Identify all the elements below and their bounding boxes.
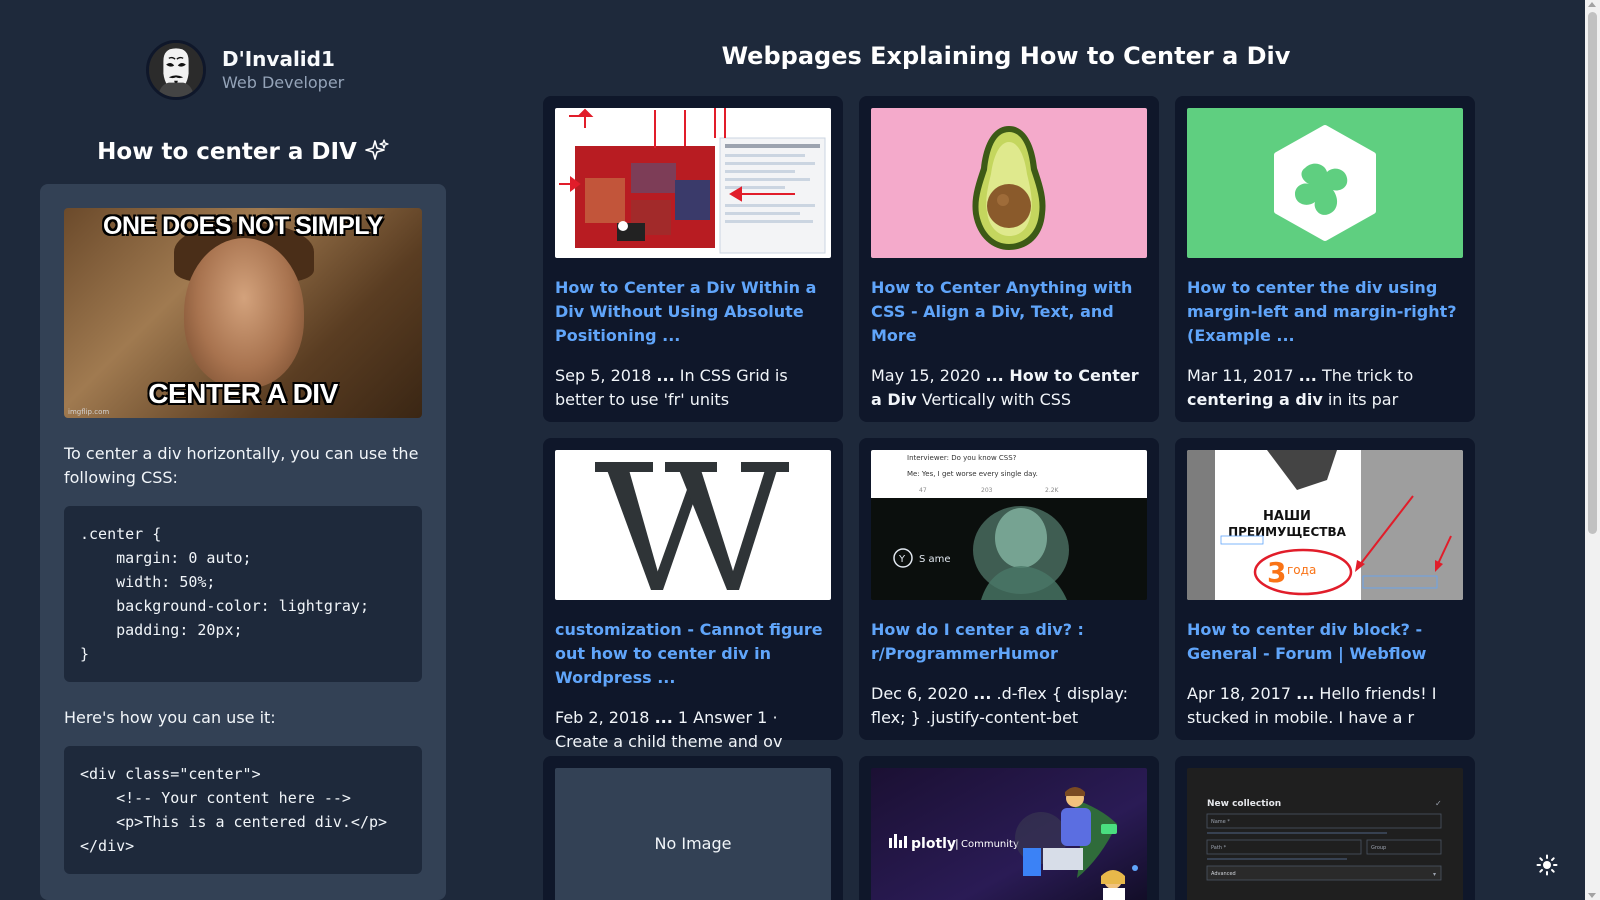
left-column: D'Invalid1 Web Developer How to center a… <box>40 0 446 900</box>
wikipedia-w-thumbnail <box>555 450 831 600</box>
avatar[interactable] <box>146 40 206 100</box>
card-title-link[interactable]: customization - Cannot figure out how to… <box>555 618 831 690</box>
russian-banner-thumbnail: НАШИ ПРЕИМУЩЕСТВА 3 года <box>1187 450 1463 600</box>
form-field-path: Path * <box>1211 845 1227 851</box>
card-snippet: Dec 6, 2020 ... .d-flex { display: flex;… <box>871 684 1129 727</box>
no-image-placeholder[interactable]: No Image <box>555 768 831 900</box>
tweet-meme-thumbnail: Interviewer: Do you know CSS? Me: Yes, I… <box>871 450 1147 600</box>
card-title-link[interactable]: How to center div block? - General - For… <box>1187 618 1463 666</box>
card-date: Mar 11, 2017 <box>1187 366 1294 385</box>
profile-text: D'Invalid1 Web Developer <box>222 46 344 94</box>
treehouse-logo-thumbnail <box>1187 108 1463 258</box>
plotly-community-thumbnail: plotly | Community <box>871 768 1147 900</box>
meme-bottom-text: CENTER A DIV <box>148 378 338 409</box>
tweet-handle: S ame <box>919 554 951 565</box>
results-heading: Webpages Explaining How to Center a Div <box>721 42 1291 70</box>
scrollbar-thumb[interactable] <box>1588 12 1597 534</box>
meme-watermark: imgflip.com <box>68 408 110 416</box>
tweet-stat-likes: 2.2K <box>1045 487 1060 494</box>
result-card[interactable]: plotly | Community <box>859 756 1159 900</box>
profile: D'Invalid1 Web Developer <box>146 40 344 100</box>
meme-top-text: ONE DOES NOT SIMPLY <box>103 212 383 240</box>
new-collection-thumbnail: New collection ✓ Name * Path * Group Adv… <box>1187 768 1463 900</box>
card-snippet: Feb 2, 2018 ... 1 Answer 1 · Create a ch… <box>555 708 783 751</box>
sparkles-icon <box>365 139 389 160</box>
banner-line-2: ПРЕИМУЩЕСТВА <box>1228 525 1347 539</box>
result-card[interactable]: How to center the div using margin-left … <box>1175 96 1475 422</box>
meme-face <box>184 238 304 388</box>
card-date: Feb 2, 2018 <box>555 708 650 727</box>
card-title-link[interactable]: How to Center a Div Within a Div Without… <box>555 276 831 348</box>
result-card[interactable]: Interviewer: Do you know CSS? Me: Yes, I… <box>859 438 1159 740</box>
scroll-up-arrow-icon[interactable] <box>1588 2 1596 7</box>
tweet-line-2: Me: Yes, I get worse every single day. <box>907 470 1038 478</box>
svg-text:▾: ▾ <box>1433 871 1436 878</box>
vertical-scrollbar[interactable] <box>1585 0 1600 900</box>
card-thumbnail[interactable]: New collection ✓ Name * Path * Group Adv… <box>1187 768 1463 900</box>
page: D'Invalid1 Web Developer How to center a… <box>0 0 1600 900</box>
profile-role: Web Developer <box>222 73 345 92</box>
result-card[interactable]: How to Center Anything with CSS - Align … <box>859 96 1159 422</box>
meme-image: ONE DOES NOT SIMPLY CENTER A DIV imgflip… <box>64 208 422 418</box>
card-date: May 15, 2020 <box>871 366 981 385</box>
card-date: Apr 18, 2017 <box>1187 684 1292 703</box>
theme-toggle-button[interactable] <box>1536 854 1558 876</box>
plotly-brand: plotly <box>911 836 956 852</box>
plotly-sub: Community <box>961 839 1019 850</box>
tweet-stat-replies: 47 <box>919 487 927 494</box>
result-card[interactable]: No Image <box>543 756 843 900</box>
card-snippet: Apr 18, 2017 ... Hello friends! I stucke… <box>1187 684 1437 727</box>
sun-icon <box>1536 854 1558 876</box>
result-card[interactable]: How to Center a Div Within a Div Without… <box>543 96 843 422</box>
form-select: Advanced <box>1211 871 1236 877</box>
card-snippet: Mar 11, 2017 ... The trick to centering … <box>1187 366 1414 409</box>
banner-word: года <box>1287 563 1316 577</box>
banner-line-1: НАШИ <box>1263 509 1311 524</box>
form-field-name: Name * <box>1211 819 1230 825</box>
card-thumbnail[interactable]: НАШИ ПРЕИМУЩЕСТВА 3 года <box>1187 450 1463 600</box>
article-title-text: How to center a DIV <box>97 139 357 165</box>
css-code-block: .center { margin: 0 auto; width: 50%; ba… <box>64 506 422 682</box>
usage-text: Here's how you can use it: <box>64 708 276 727</box>
html-code-block: <div class="center"> <!-- Your content h… <box>64 746 422 874</box>
avocado-thumbnail <box>871 108 1147 258</box>
card-thumbnail[interactable]: plotly | Community <box>871 768 1147 900</box>
result-card[interactable]: customization - Cannot figure out how to… <box>543 438 843 751</box>
screenshot-thumbnail <box>555 108 831 258</box>
card-thumbnail[interactable] <box>1187 108 1463 258</box>
form-heading: New collection <box>1207 799 1281 809</box>
form-field-group: Group <box>1371 845 1386 851</box>
scroll-down-arrow-icon[interactable] <box>1588 893 1596 898</box>
card-title-link[interactable]: How do I center a div? : r/ProgrammerHum… <box>871 618 1147 666</box>
banner-big-number: 3 <box>1267 556 1286 589</box>
svg-text:✓: ✓ <box>1435 799 1442 808</box>
card-thumbnail[interactable]: Interviewer: Do you know CSS? Me: Yes, I… <box>871 450 1147 600</box>
mask-avatar-icon <box>149 43 203 97</box>
card-thumbnail[interactable] <box>555 108 831 258</box>
card-thumbnail[interactable] <box>555 450 831 600</box>
tweet-line-1: Interviewer: Do you know CSS? <box>907 454 1017 462</box>
result-card[interactable]: НАШИ ПРЕИМУЩЕСТВА 3 года How to center d… <box>1175 438 1475 740</box>
card-thumbnail[interactable] <box>871 108 1147 258</box>
card-title-link[interactable]: How to center the div using margin-left … <box>1187 276 1463 348</box>
article-title: How to center a DIV <box>40 136 446 168</box>
article-card: ONE DOES NOT SIMPLY CENTER A DIV imgflip… <box>40 184 446 900</box>
card-date: Sep 5, 2018 <box>555 366 652 385</box>
card-date: Dec 6, 2020 <box>871 684 969 703</box>
card-title-link[interactable]: How to Center Anything with CSS - Align … <box>871 276 1147 348</box>
svg-text:Y: Y <box>898 554 906 565</box>
tweet-stat-retweets: 203 <box>981 487 993 494</box>
card-snippet: May 15, 2020 ... How to Center a Div Ver… <box>871 366 1139 409</box>
svg-text:|: | <box>955 837 959 850</box>
intro-text: To center a div horizontally, you can us… <box>64 444 419 487</box>
card-snippet: Sep 5, 2018 ... In CSS Grid is better to… <box>555 366 788 409</box>
result-card[interactable]: New collection ✓ Name * Path * Group Adv… <box>1175 756 1475 900</box>
profile-name: D'Invalid1 <box>222 47 335 71</box>
